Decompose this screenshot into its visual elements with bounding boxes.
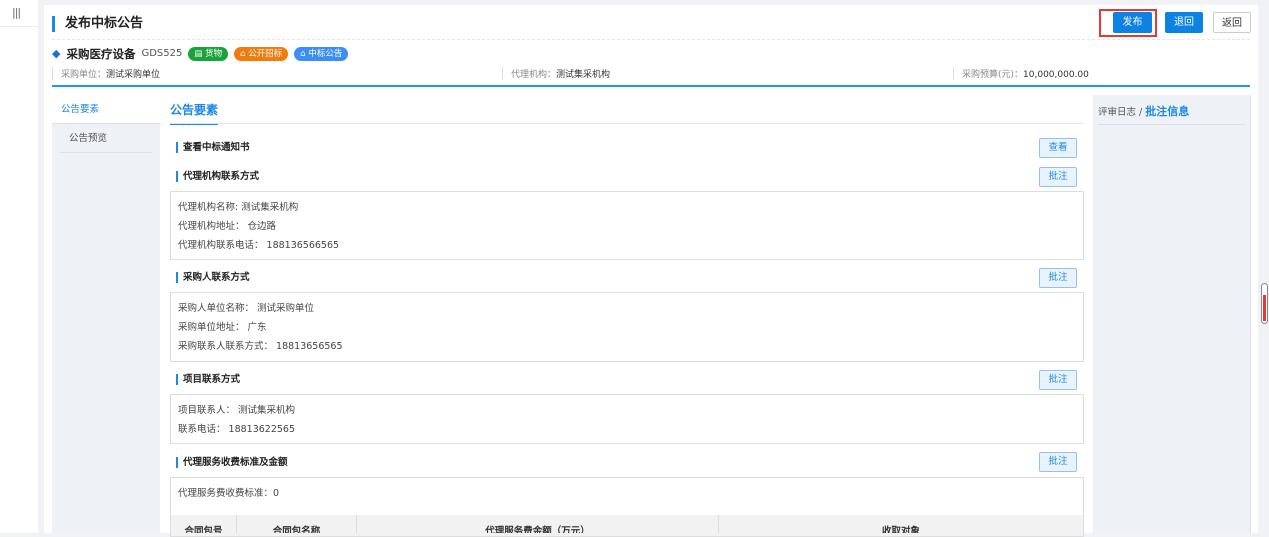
- table-header: 合同包号 合同包名称 代理服务费金额（万元） 收取对象: [171, 515, 1083, 533]
- section-heading: 采购人联系方式: [176, 272, 250, 283]
- tag-goods: ▤ 货物: [188, 47, 228, 61]
- scrollbar[interactable]: [1261, 283, 1268, 324]
- annotate-button[interactable]: 批注: [1039, 167, 1077, 187]
- menu-icon[interactable]: |||: [12, 6, 20, 19]
- right-panel-title: 评审日志 / 批注信息: [1098, 103, 1189, 119]
- section-heading: 代理机构联系方式: [176, 171, 259, 182]
- project-contact-box: 项目联系人： 测试集采机构 联系电话： 18813622565: [170, 394, 1084, 444]
- field: 代理机构地址： 仓边路: [178, 218, 1076, 237]
- project-code: GDS525: [141, 46, 182, 62]
- purchaser-contact-box: 采购人单位名称： 测试采购单位 采购单位地址： 广东 采购联系人联系方式： 18…: [170, 292, 1084, 362]
- annotate-button[interactable]: 批注: [1039, 370, 1077, 390]
- tab-elements[interactable]: 公告要素: [52, 95, 160, 124]
- column-header: 合同包号: [171, 515, 237, 533]
- page-title: 发布中标公告: [52, 16, 143, 32]
- annotation-info-tab[interactable]: 批注信息: [1145, 105, 1189, 118]
- field: 采购人单位名称： 测试采购单位: [178, 300, 1076, 319]
- divider: [170, 123, 1084, 124]
- annotate-button[interactable]: 批注: [1039, 452, 1077, 472]
- tag-open-tender: ⌂ 公开招标: [234, 47, 288, 61]
- agency-contact-box: 代理机构名称: 测试集采机构 代理机构地址： 仓边路 代理机构联系电话： 188…: [170, 191, 1084, 260]
- section-title: 公告要素: [170, 101, 218, 125]
- sidebar: [0, 0, 38, 533]
- field: 联系电话： 18813622565: [178, 421, 1076, 440]
- field: 代理机构名称: 测试集采机构: [178, 199, 1076, 218]
- divider: [1098, 124, 1245, 125]
- tag-award-notice: ⌂ 中标公告: [294, 47, 348, 61]
- agency-info: 代理机构：测试集采机构: [502, 67, 610, 80]
- view-button[interactable]: 查看: [1039, 138, 1077, 158]
- field: 项目联系人： 测试集采机构: [178, 402, 1076, 421]
- column-header: 代理服务费金额（万元）: [357, 515, 719, 533]
- project-name: 采购医疗设备: [66, 46, 135, 62]
- return-back-button[interactable]: 退回: [1165, 12, 1203, 33]
- review-log-link[interactable]: 评审日志 /: [1098, 107, 1145, 118]
- column-header: 合同包名称: [237, 515, 357, 533]
- side-tabs: 公告要素 公告预览: [52, 95, 160, 533]
- field: 采购单位地址： 广东: [178, 319, 1076, 338]
- layers-icon: ◆: [52, 46, 60, 62]
- budget-info: 采购预算(元)：10,000,000.00: [953, 67, 1089, 80]
- field: 采购联系人联系方式： 18813656565: [178, 338, 1076, 357]
- tab-preview[interactable]: 公告预览: [60, 124, 152, 153]
- purchaser-info: 采购单位：测试采购单位: [52, 67, 160, 80]
- right-panel: [1093, 95, 1250, 533]
- section-heading: 代理服务收费标准及金额: [176, 457, 288, 468]
- field: 代理机构联系电话： 188136566565: [178, 237, 1076, 256]
- divider: [52, 85, 1250, 87]
- publish-button[interactable]: 发布: [1113, 12, 1152, 33]
- divider: [1250, 95, 1251, 533]
- column-header: 收取对象: [719, 515, 1083, 533]
- back-button[interactable]: 返回: [1213, 12, 1251, 33]
- field: 代理服务费收费标准：0: [178, 485, 1076, 504]
- section-heading: 查看中标通知书: [176, 142, 250, 153]
- project-header: ◆ 采购医疗设备 GDS525 ▤ 货物 ⌂ 公开招标 ⌂ 中标公告: [52, 46, 348, 62]
- section-heading: 项目联系方式: [176, 374, 240, 385]
- divider: [52, 39, 1250, 40]
- annotate-button[interactable]: 批注: [1039, 268, 1077, 288]
- divider: [0, 26, 38, 27]
